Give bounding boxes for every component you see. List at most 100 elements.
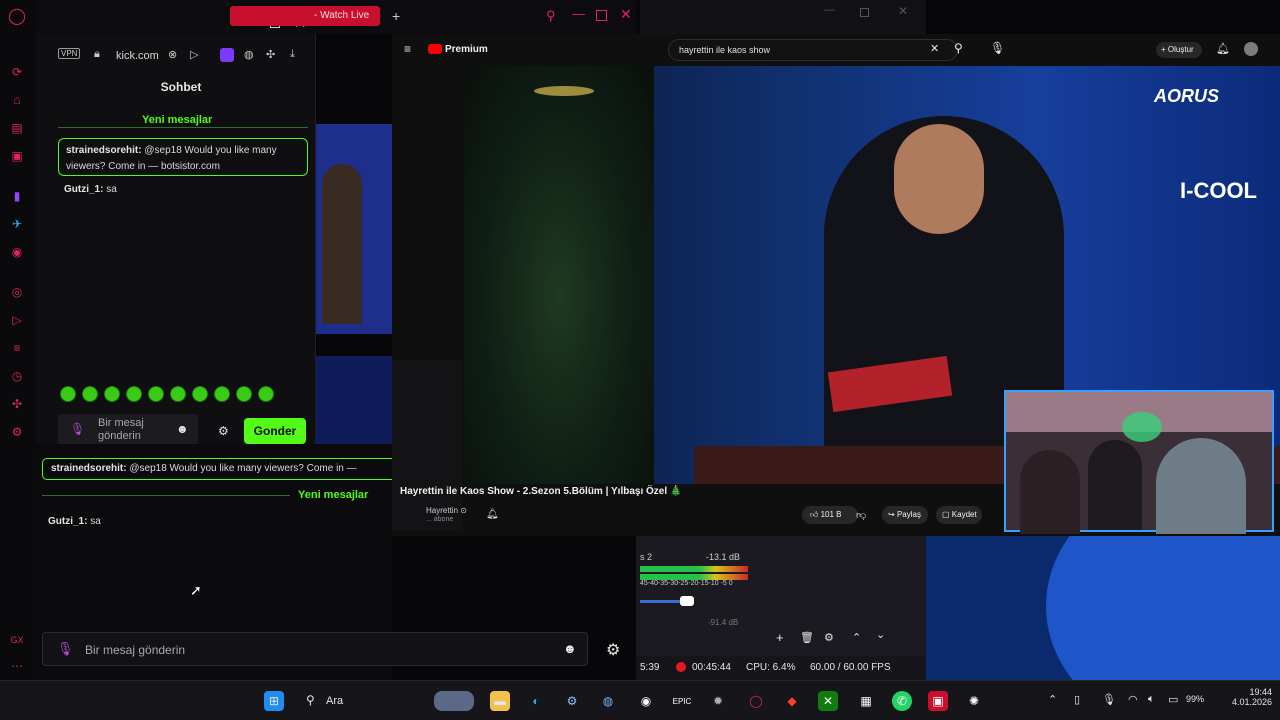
puzzle-icon[interactable]: ✣ bbox=[9, 396, 25, 412]
message-username[interactable]: strainedsorehit: bbox=[51, 463, 127, 474]
emote-icon[interactable] bbox=[82, 386, 98, 402]
obs-icon[interactable]: ◉ bbox=[636, 691, 656, 711]
telegram-icon[interactable]: ✈ bbox=[9, 216, 25, 232]
app-icon[interactable]: ▣ bbox=[928, 691, 948, 711]
youtube-brand[interactable]: Premium bbox=[445, 44, 488, 55]
emote-icon[interactable] bbox=[214, 386, 230, 402]
trash-icon[interactable]: 🗑︎ bbox=[800, 631, 814, 644]
stream-preview-thumbnail[interactable] bbox=[316, 124, 392, 334]
share-button[interactable]: ↪ Paylaş bbox=[882, 506, 928, 524]
chevron-down-icon[interactable]: ⌄ bbox=[876, 628, 885, 641]
opera-minimize-icon[interactable]: — bbox=[572, 6, 585, 21]
clock-icon[interactable]: ◷ bbox=[9, 368, 25, 384]
bg-maximize-icon[interactable] bbox=[860, 8, 869, 17]
play-icon[interactable]: ▷ bbox=[9, 312, 25, 328]
channel-name[interactable]: Hayrettin ⊙ bbox=[426, 506, 467, 515]
file-explorer-icon[interactable]: ▬ bbox=[490, 691, 510, 711]
puzzle-icon[interactable]: ✣ bbox=[266, 48, 275, 61]
steam-icon[interactable]: ◍ bbox=[598, 691, 618, 711]
opera-maximize-icon[interactable] bbox=[596, 10, 607, 21]
chevron-up-icon[interactable]: ⌃ bbox=[852, 631, 861, 644]
dislike-icon[interactable]: 👎︎ bbox=[856, 509, 866, 521]
microphone-icon[interactable]: 🎙︎ bbox=[70, 422, 85, 436]
chat-message-input[interactable]: 🎙︎ Bir mesaj gönderin ☻ bbox=[42, 632, 588, 666]
emote-icon[interactable] bbox=[60, 386, 76, 402]
youtube-search-input[interactable]: hayrettin ile kaos show bbox=[668, 39, 958, 61]
history-icon[interactable]: ◎ bbox=[9, 284, 25, 300]
gear-icon[interactable]: ⚙ bbox=[824, 631, 834, 644]
chat-settings-icon[interactable]: ⚙ bbox=[218, 424, 229, 438]
add-icon[interactable]: + bbox=[776, 630, 784, 645]
opera-search-icon[interactable]: ⚲ bbox=[546, 8, 556, 24]
gx-corner-icon[interactable]: ⌂ bbox=[9, 92, 25, 108]
more-icon[interactable]: ⋯ bbox=[9, 658, 25, 674]
send-button[interactable]: Gonder bbox=[244, 418, 306, 444]
emote-icon[interactable] bbox=[104, 386, 120, 402]
settings-app-icon[interactable]: ⚙ bbox=[562, 691, 582, 711]
twitch-icon[interactable]: ▮ bbox=[9, 188, 25, 204]
xbox-icon[interactable]: ✕ bbox=[818, 691, 838, 711]
microphone-icon[interactable]: 🎙︎ bbox=[57, 641, 74, 657]
emote-icon[interactable] bbox=[126, 386, 142, 402]
create-button[interactable]: + Oluştur bbox=[1156, 42, 1202, 58]
usb-icon[interactable]: ▯ bbox=[1074, 693, 1080, 706]
search-icon[interactable]: ⚲ bbox=[954, 41, 963, 55]
extensions-icon[interactable]: ≡ bbox=[9, 340, 25, 356]
opera-gx-logo-icon[interactable]: ◯ bbox=[8, 8, 26, 25]
bg-minimize-icon[interactable]: — bbox=[824, 4, 835, 16]
settings-icon[interactable]: ⚙ bbox=[9, 424, 25, 440]
bell-icon[interactable]: 🔔︎ bbox=[486, 509, 499, 520]
opera-close-icon[interactable]: ✕ bbox=[620, 6, 632, 23]
message-username[interactable]: strainedsorehit: bbox=[66, 145, 142, 156]
microphone-icon[interactable]: 🎙︎ bbox=[1102, 693, 1116, 706]
notifications-icon[interactable]: 🔔︎ bbox=[1216, 42, 1230, 55]
emoji-icon[interactable]: ☻ bbox=[176, 422, 189, 436]
volume-icon[interactable]: 🔈︎ bbox=[1148, 693, 1155, 706]
gx-control-icon[interactable]: ⟳ bbox=[9, 64, 25, 80]
store-icon[interactable]: ▦ bbox=[856, 691, 876, 711]
vpn-icon[interactable]: VPN bbox=[58, 48, 81, 59]
stream-preview-thumbnail-2[interactable] bbox=[316, 356, 392, 444]
gear-app-icon[interactable]: ✹ bbox=[708, 691, 728, 711]
wifi-icon[interactable]: ◠ bbox=[1128, 693, 1138, 706]
browser-tab[interactable]: - Watch Live bbox=[230, 6, 380, 26]
emote-icon[interactable] bbox=[148, 386, 164, 402]
download-icon[interactable]: ⤓ bbox=[290, 48, 295, 61]
whatsapp-icon[interactable]: ✆ bbox=[892, 691, 912, 711]
menu-icon[interactable]: ≡ bbox=[404, 42, 411, 56]
kick-message-input[interactable]: 🎙︎ Bir mesaj gönderin ☻ bbox=[58, 414, 198, 446]
player-icon[interactable]: ▣ bbox=[9, 148, 25, 164]
volume-slider-handle[interactable] bbox=[680, 596, 694, 606]
chatgpt-icon[interactable]: ✺ bbox=[964, 691, 984, 711]
globe-icon[interactable]: ◍ bbox=[244, 48, 254, 61]
start-icon[interactable]: ⊞ bbox=[264, 691, 284, 711]
avatar[interactable] bbox=[1244, 42, 1258, 56]
emote-icon[interactable] bbox=[170, 386, 186, 402]
youtube-logo-icon[interactable] bbox=[428, 44, 442, 54]
chevron-up-icon[interactable]: ⌃ bbox=[1048, 693, 1057, 706]
emote-icon[interactable] bbox=[258, 386, 274, 402]
gx-cleaner-icon[interactable]: ▤ bbox=[9, 120, 25, 136]
emoji-icon[interactable]: ☻ bbox=[563, 641, 577, 656]
send-icon[interactable]: ▷ bbox=[190, 48, 198, 61]
battery-icon[interactable]: ▭ bbox=[1168, 693, 1178, 706]
block-icon[interactable]: ⊗ bbox=[168, 48, 177, 61]
emote-icon[interactable] bbox=[236, 386, 252, 402]
taskbar-clock[interactable]: 19:44 4.01.2026 bbox=[1216, 687, 1272, 707]
like-button[interactable]: 👍︎ 101 B bbox=[802, 506, 858, 524]
clear-search-icon[interactable]: ✕ bbox=[930, 42, 939, 55]
extension-icon[interactable] bbox=[220, 48, 234, 62]
save-button[interactable]: ▢ Kaydet bbox=[936, 506, 982, 524]
chat-settings-icon[interactable]: ⚙ bbox=[606, 640, 620, 660]
new-tab-button[interactable]: + bbox=[392, 8, 400, 24]
epic-games-icon[interactable]: EPIC bbox=[672, 691, 692, 711]
taskbar-search[interactable]: ⚲ Ara bbox=[300, 691, 474, 711]
opera-gx-icon[interactable]: ◯ bbox=[746, 691, 766, 711]
discord-icon[interactable]: ◉ bbox=[9, 244, 25, 260]
bg-close-icon[interactable]: ✕ bbox=[898, 4, 908, 18]
red-app-icon[interactable]: ◆ bbox=[782, 691, 802, 711]
message-username[interactable]: Gutzi_1: bbox=[64, 184, 103, 195]
voice-search-icon[interactable]: 🎙︎ bbox=[990, 41, 1005, 55]
edge-icon[interactable]: ◐ bbox=[526, 691, 546, 711]
url-text[interactable]: kick.com bbox=[116, 50, 159, 62]
